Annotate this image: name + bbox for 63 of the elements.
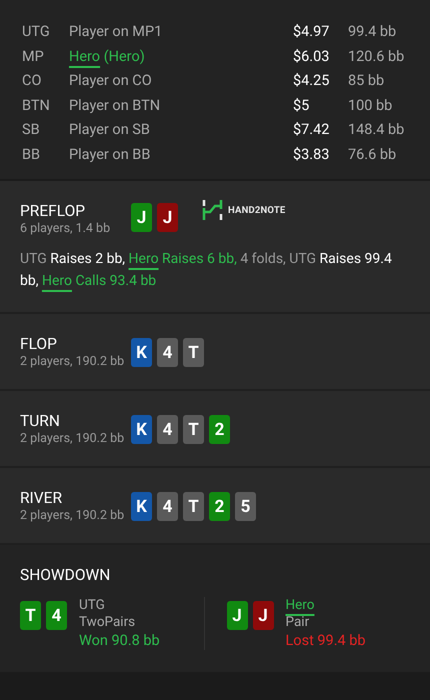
stack-bb: 148.4 bb xyxy=(348,120,406,140)
stack-bb: 85 bb xyxy=(348,71,386,91)
player-name: Player on MP1 xyxy=(69,22,164,42)
street-info: 2 players, 190.2 bb xyxy=(20,354,126,369)
playing-card: K xyxy=(131,338,152,367)
player-name: Player on SB xyxy=(69,120,151,140)
playing-card: K xyxy=(131,492,152,521)
playing-card: 4 xyxy=(157,338,178,367)
player-link[interactable]: Hero xyxy=(286,597,314,613)
stack-bb: 120.6 bb xyxy=(348,46,406,66)
playing-card: 2 xyxy=(209,415,230,444)
playing-card: T xyxy=(183,338,204,367)
playing-card: J xyxy=(157,203,178,232)
player-name: UTG xyxy=(79,597,106,614)
position-label: SB xyxy=(22,120,41,140)
playing-card: K xyxy=(131,415,152,444)
playing-card: T xyxy=(20,601,41,630)
showdown-title: SHOWDOWN xyxy=(20,565,112,585)
player-link[interactable]: Hero xyxy=(69,48,100,64)
player-name: Player on BB xyxy=(69,144,152,164)
hand-result: Won 90.8 bb xyxy=(79,631,160,650)
playing-card: J xyxy=(226,601,248,630)
street-title: FLOP xyxy=(20,334,58,354)
playing-card: 2 xyxy=(209,492,230,521)
stack-amount: $7.42 xyxy=(293,120,330,140)
playing-card: T xyxy=(183,415,204,444)
hero-tag: (Hero) xyxy=(104,48,145,64)
street-title: RIVER xyxy=(20,488,63,508)
playing-card: 4 xyxy=(157,492,178,521)
stack-amount: $6.03 xyxy=(293,46,330,66)
street-title: TURN xyxy=(20,411,61,431)
position-label: BTN xyxy=(22,96,51,116)
player-name: Player on BTN xyxy=(69,96,162,116)
stack-bb: 76.6 bb xyxy=(348,144,398,164)
playing-card: 4 xyxy=(157,415,178,444)
stack-bb: 100 bb xyxy=(348,96,394,116)
playing-card: J xyxy=(131,203,152,232)
street-info: 6 players, 1.4 bb xyxy=(20,221,112,236)
player-name: Player on CO xyxy=(69,71,153,91)
playing-card: 4 xyxy=(46,601,67,630)
stack-bb: 99.4 bb xyxy=(348,22,398,42)
logo-text: HAND2NOTE xyxy=(228,204,286,216)
playing-card: T xyxy=(183,492,204,521)
position-label: CO xyxy=(22,71,42,91)
stack-amount: $5 xyxy=(293,96,310,116)
hand-result: Lost 99.4 bb xyxy=(286,631,366,650)
stack-amount: $4.97 xyxy=(293,22,330,42)
position-label: UTG xyxy=(22,22,51,42)
position-label: MP xyxy=(22,46,45,66)
hand-rank: Pair xyxy=(286,614,310,631)
hand-rank: TwoPairs xyxy=(79,614,136,631)
street-info: 2 players, 190.2 bb xyxy=(20,431,126,446)
street-title: PREFLOP xyxy=(20,201,86,221)
street-info: 2 players, 190.2 bb xyxy=(20,508,126,523)
position-label: BB xyxy=(22,144,42,164)
logo-icon xyxy=(202,199,223,221)
playing-card: J xyxy=(252,601,274,630)
player-link[interactable]: Hero xyxy=(128,251,159,267)
playing-card: 5 xyxy=(235,492,256,521)
stack-amount: $3.83 xyxy=(293,144,330,164)
player-link[interactable]: Hero xyxy=(42,273,72,289)
action-summary: UTG Raises 2 bb, Hero Raises 6 bb, 4 folds, UTG Raises 99.4 bb, Hero Calls 93.4 bb xyxy=(20,250,393,291)
stack-amount: $4.25 xyxy=(293,71,330,91)
